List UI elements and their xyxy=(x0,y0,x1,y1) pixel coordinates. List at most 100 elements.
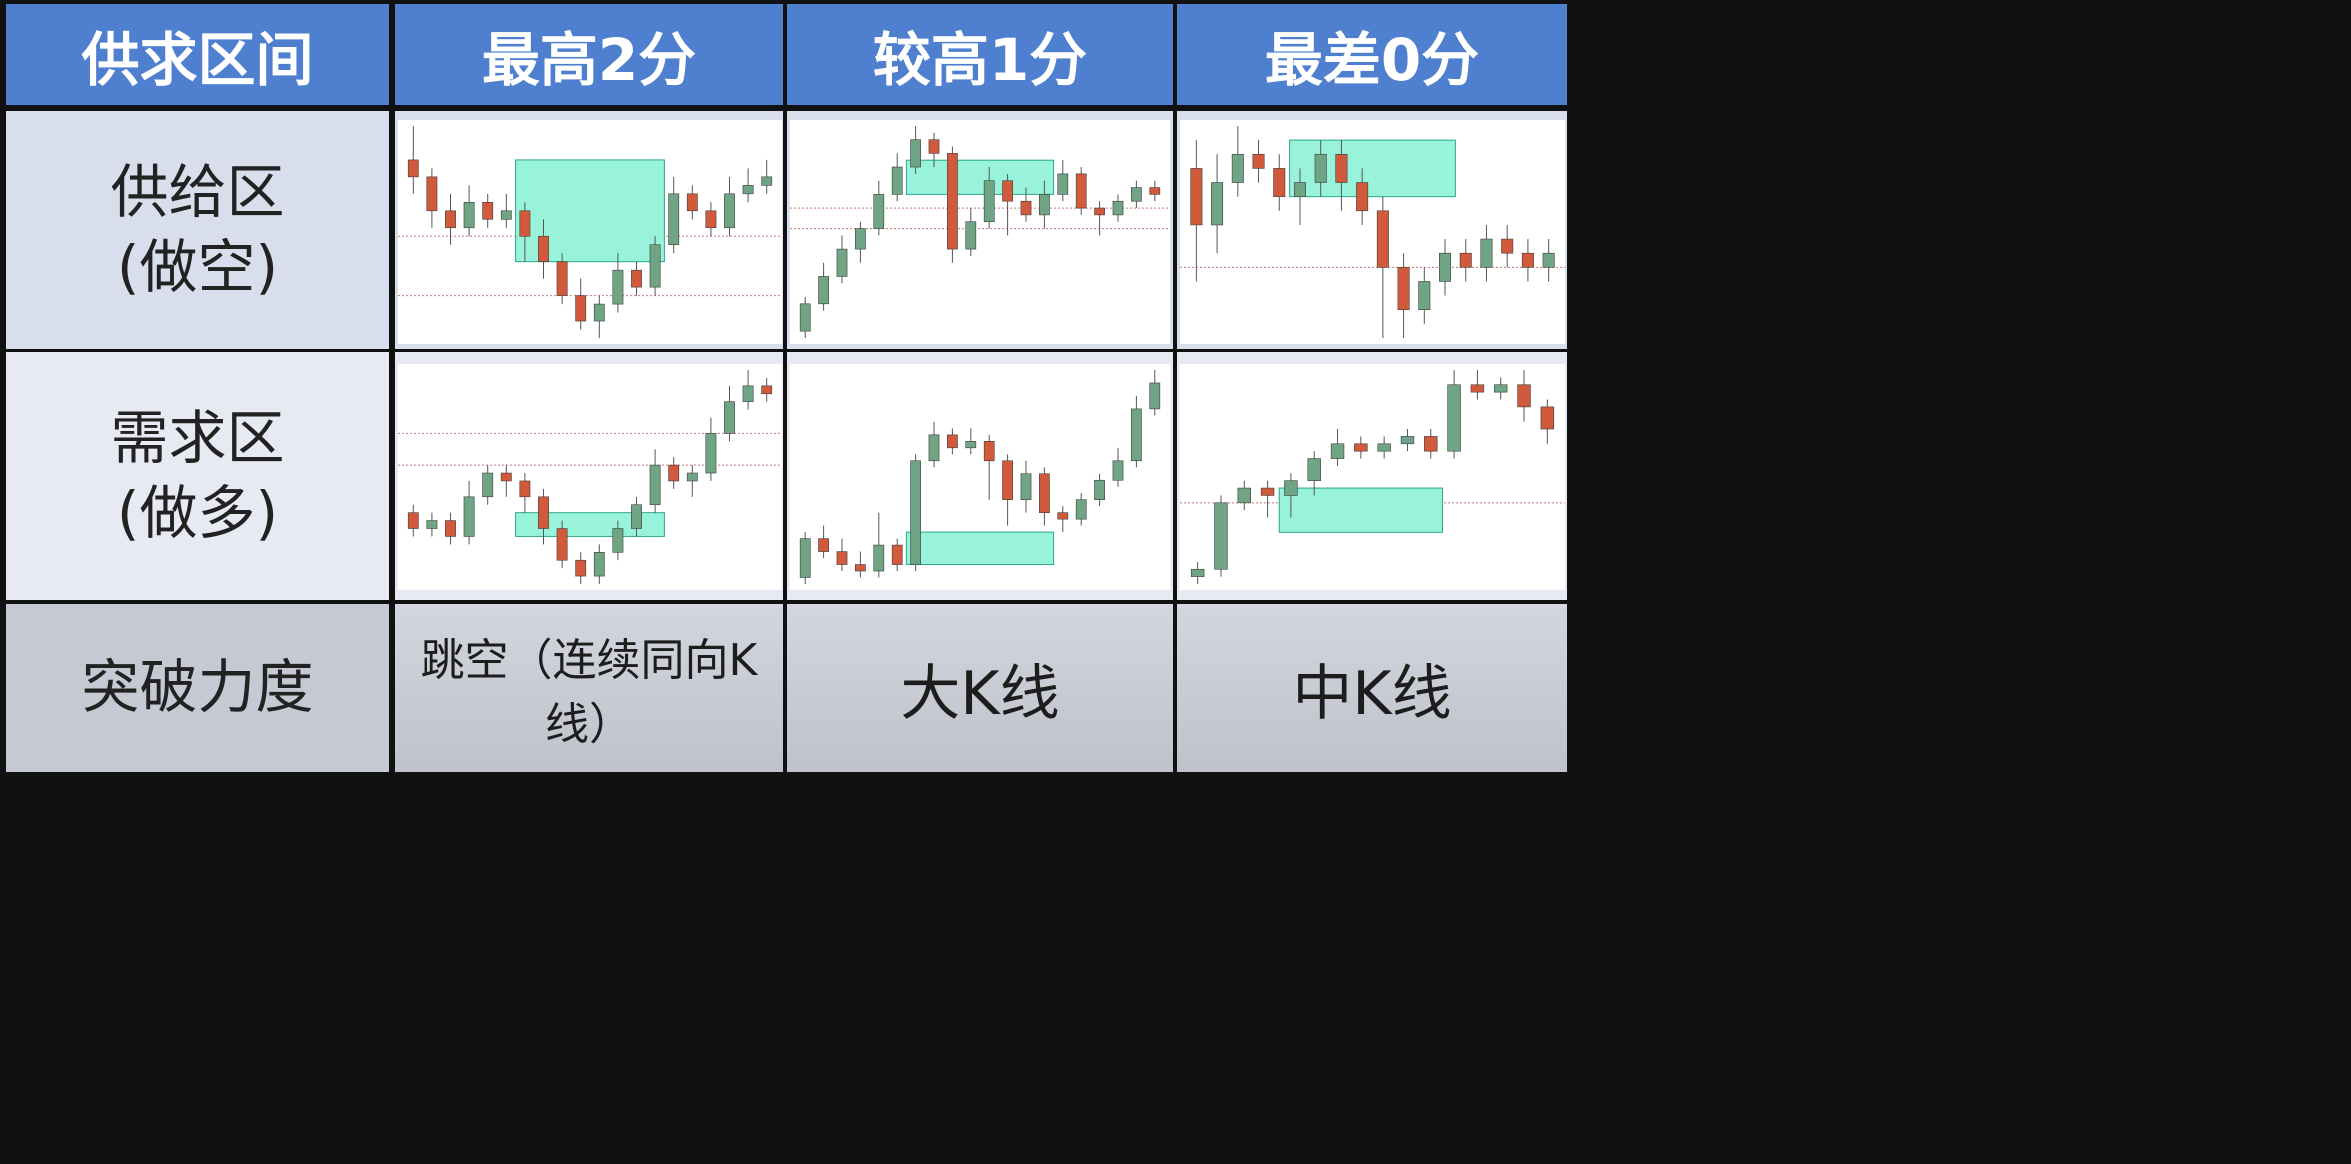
candle-body xyxy=(426,176,438,212)
candle-body xyxy=(1057,173,1069,195)
plot-background xyxy=(790,120,1170,344)
candle-body xyxy=(891,544,903,565)
header-col-zone: 供求区间 xyxy=(6,4,389,105)
breakout-large-candle-text: 大K线 xyxy=(787,604,1173,772)
candle-body xyxy=(928,139,940,154)
candle-body xyxy=(668,193,680,246)
candle-body xyxy=(1020,473,1032,500)
candle-body xyxy=(983,441,995,462)
candlestick-chart xyxy=(1180,120,1565,344)
chart-panel-supply-0 xyxy=(1180,120,1565,344)
candle-body xyxy=(724,401,735,434)
candle-body xyxy=(1447,384,1461,452)
candle-body xyxy=(799,538,811,578)
candle-body xyxy=(593,551,605,577)
candle-body xyxy=(1149,382,1161,410)
candle-body xyxy=(1424,436,1438,452)
candle-body xyxy=(1501,238,1514,254)
candle-body xyxy=(1149,187,1161,195)
candle-body xyxy=(407,159,419,178)
short-label: (做空) xyxy=(116,233,279,301)
candle-body xyxy=(818,276,829,305)
candle-body xyxy=(965,441,977,449)
row-label-breakout: 突破力度 xyxy=(6,604,389,772)
candle-body xyxy=(1002,180,1013,202)
candle-body xyxy=(873,544,885,572)
candle-body xyxy=(1237,487,1251,504)
header-col-low-score: 最差0分 xyxy=(1177,4,1567,105)
candle-body xyxy=(1112,460,1124,481)
candle-body xyxy=(799,303,811,332)
candle-body xyxy=(1293,182,1306,197)
candle-body xyxy=(855,228,866,250)
candle-body xyxy=(612,528,624,553)
candle-body xyxy=(1131,408,1142,462)
candle-body xyxy=(519,480,531,498)
candle-body xyxy=(1273,168,1286,197)
chart-panel-demand-0 xyxy=(1180,364,1565,590)
demand-zone-label: 需求区 xyxy=(110,403,285,472)
candle-body xyxy=(1307,458,1321,481)
candle-body xyxy=(1002,460,1013,500)
candle-body xyxy=(500,210,512,220)
candle-body xyxy=(686,193,698,212)
candle-body xyxy=(631,504,642,529)
candle-body xyxy=(1521,252,1534,268)
plot-background xyxy=(1180,364,1565,590)
candle-body xyxy=(742,385,754,403)
candle-body xyxy=(1480,238,1493,268)
candle-body xyxy=(463,202,475,229)
candle-body xyxy=(1260,487,1275,496)
breakout-medium-candle-text: 中K线 xyxy=(1177,604,1567,772)
candle-body xyxy=(965,221,977,250)
candle-body xyxy=(482,472,494,498)
chart-panel-demand-1 xyxy=(790,364,1170,590)
candle-body xyxy=(724,193,735,229)
candle-body xyxy=(593,303,605,322)
candle-body xyxy=(1057,512,1069,520)
candle-body xyxy=(631,269,642,288)
header-col-mid-score: 较高1分 xyxy=(787,4,1173,105)
candle-body xyxy=(575,295,587,322)
candle-body xyxy=(445,520,456,537)
candle-body xyxy=(445,210,456,229)
candlestick-chart xyxy=(790,364,1170,590)
candle-body xyxy=(612,269,624,305)
candle-body xyxy=(1284,480,1298,496)
candle-body xyxy=(1211,182,1224,226)
candle-body xyxy=(761,385,773,395)
zone-rectangle xyxy=(1278,487,1443,533)
candle-body xyxy=(1354,443,1368,452)
supply-zone-label: 供给区 xyxy=(110,157,285,226)
candle-body xyxy=(1397,267,1410,311)
candle-body xyxy=(1314,153,1327,183)
candle-body xyxy=(668,464,680,482)
candle-body xyxy=(1356,182,1369,212)
header-col-top-score: 最高2分 xyxy=(395,4,783,105)
candle-body xyxy=(407,512,419,529)
candle-body xyxy=(1439,252,1452,282)
candle-body xyxy=(482,202,494,220)
zone-rectangle xyxy=(515,159,665,263)
candle-body xyxy=(928,434,940,462)
candle-body xyxy=(1075,173,1087,209)
candle-body xyxy=(947,434,958,449)
candle-body xyxy=(1094,479,1105,500)
chart-panel-supply-2 xyxy=(398,120,782,344)
candle-body xyxy=(556,528,568,561)
candle-body xyxy=(1075,499,1087,520)
chart-panel-supply-1 xyxy=(790,120,1170,344)
zone-rectangle xyxy=(515,512,665,537)
candle-body xyxy=(1418,281,1431,311)
zone-rectangle xyxy=(905,531,1055,566)
long-label: (做多) xyxy=(116,479,279,547)
candle-body xyxy=(1330,443,1345,459)
candle-body xyxy=(1459,252,1472,268)
candle-body xyxy=(1112,200,1124,216)
candle-body xyxy=(910,139,921,168)
candle-body xyxy=(1400,436,1415,445)
candle-body xyxy=(649,464,661,506)
candle-body xyxy=(705,210,717,229)
candle-body xyxy=(1542,252,1555,268)
zone-rectangle xyxy=(1289,139,1456,198)
